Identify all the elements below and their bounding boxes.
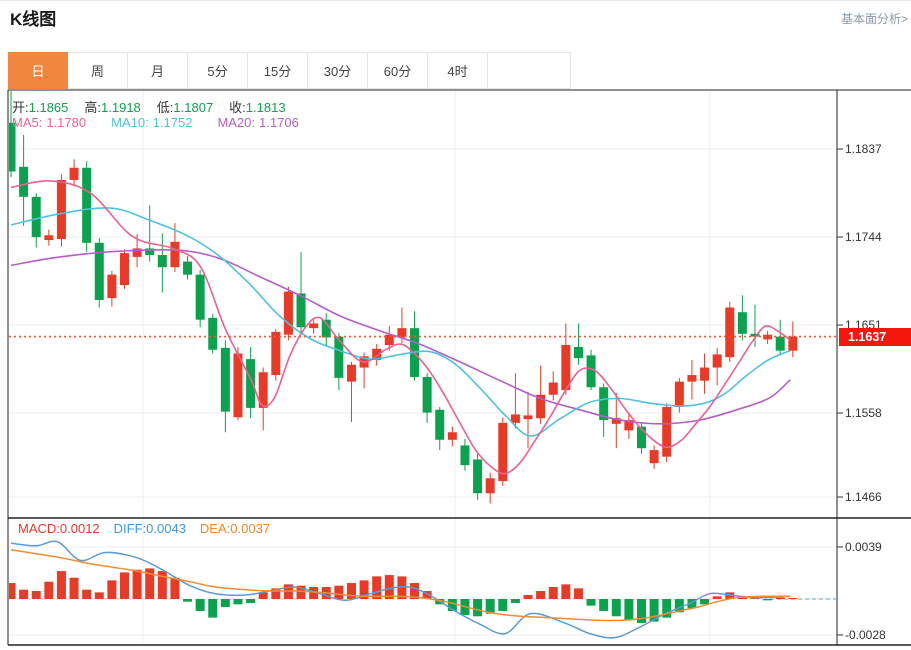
tab-30分[interactable]: 30分 — [308, 52, 368, 89]
price-tick-label: 1.1744 — [845, 230, 907, 244]
tab-4时[interactable]: 4时 — [428, 52, 488, 89]
legend-item: 高:1.1918 — [84, 97, 156, 116]
period-tab-bar: 日周月5分15分30分60分4时 — [8, 52, 571, 89]
legend-item: 开:1.1865 — [12, 97, 84, 116]
fundamental-analysis-link[interactable]: 基本面分析> — [841, 10, 908, 27]
price-tick-label: 1.1466 — [845, 490, 907, 504]
tab-5分[interactable]: 5分 — [188, 52, 248, 89]
tab-60分[interactable]: 60分 — [368, 52, 428, 89]
macd-tick-label: 0.0039 — [845, 540, 907, 554]
tab-月[interactable]: 月 — [128, 52, 188, 89]
price-tick-label: 1.1837 — [845, 142, 907, 156]
tab-周[interactable]: 周 — [68, 52, 128, 89]
ma-legend: MA5:1.1780 MA10:1.1752 MA20:1.1706 — [12, 115, 324, 130]
legend-item: DIFF:0.0043 — [114, 521, 186, 536]
tab-bar-filler — [488, 52, 571, 89]
legend-item: MA10:1.1752 — [111, 115, 201, 130]
price-tick-label: 1.1558 — [845, 406, 907, 420]
legend-item: 低:1.1807 — [157, 97, 229, 116]
legend-item: MACD:0.0012 — [18, 521, 100, 536]
tab-日[interactable]: 日 — [8, 52, 68, 89]
legend-item: MA5:1.1780 — [12, 115, 95, 130]
kline-page: K线图 基本面分析> 日周月5分15分30分60分4时 开:1.1865高:1.… — [0, 0, 911, 650]
ohlc-legend: 开:1.1865高:1.1918低:1.1807收:1.1813 — [12, 97, 302, 116]
macd-legend: MACD:0.0012 DIFF:0.0043 DEA:0.0037 — [18, 521, 284, 536]
tab-15分[interactable]: 15分 — [248, 52, 308, 89]
legend-item: MA20:1.1706 — [217, 115, 307, 130]
legend-item: DEA:0.0037 — [200, 521, 270, 536]
current-price-badge: 1.1637 — [839, 328, 911, 346]
page-title: K线图 — [10, 5, 56, 30]
macd-tick-label: -0.0028 — [845, 628, 907, 642]
legend-item: 收:1.1813 — [229, 97, 301, 116]
